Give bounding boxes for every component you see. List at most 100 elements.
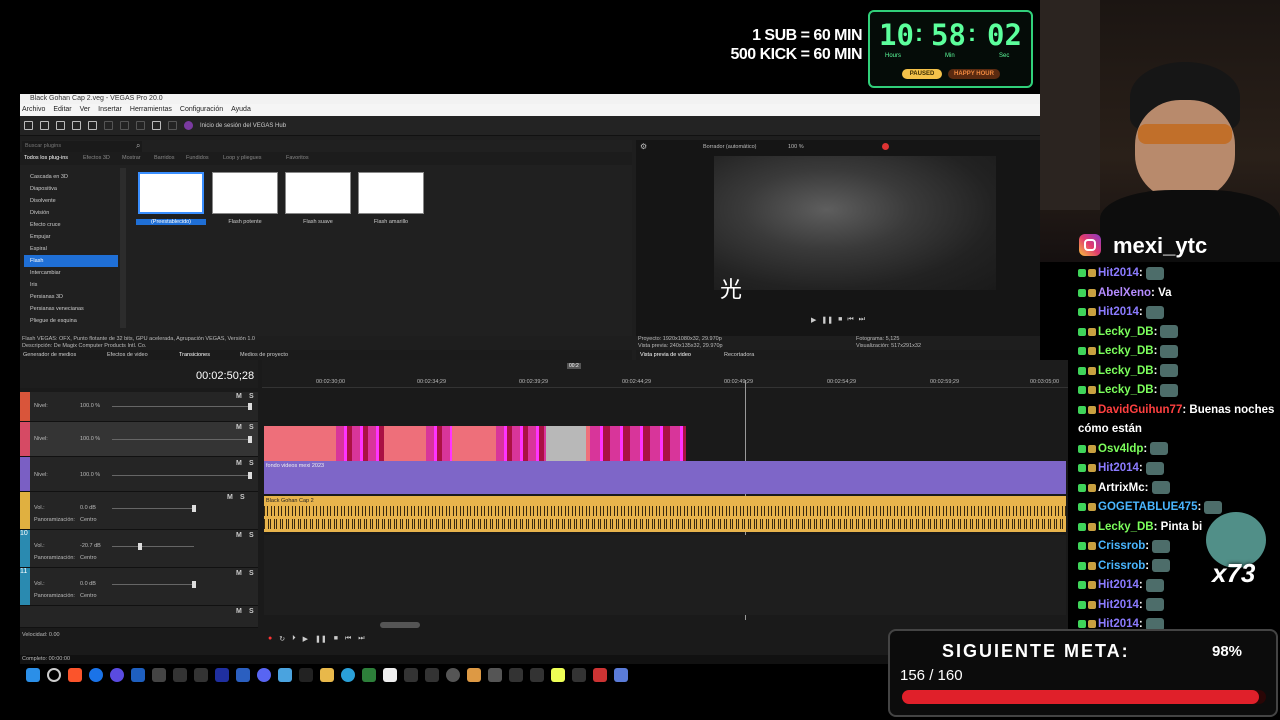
chat-username[interactable]: Lecky_DB [1098, 365, 1154, 377]
tab-project-media[interactable]: Medios de proyecto [240, 352, 288, 358]
app-icon[interactable] [236, 668, 250, 682]
fx-list-item[interactable]: Iris [24, 279, 118, 291]
app-icon[interactable] [425, 668, 439, 682]
preset-thumb-soft[interactable] [285, 172, 351, 214]
preset-thumb-strong[interactable] [212, 172, 278, 214]
loop-icon[interactable]: ↻ [279, 635, 285, 643]
cloud-icon[interactable] [299, 668, 313, 682]
preview-zoom-select[interactable]: 100 % [788, 144, 804, 150]
open-icon[interactable] [40, 121, 49, 130]
app-icon[interactable] [551, 668, 565, 682]
tab-fades[interactable]: Fundidos [186, 155, 209, 161]
menu-ayuda[interactable]: Ayuda [231, 104, 251, 116]
edge-icon[interactable] [89, 668, 103, 682]
fx-list-item[interactable]: Empujar [24, 231, 118, 243]
fx-list-item[interactable]: Diapositiva [24, 183, 118, 195]
telegram-icon[interactable] [341, 668, 355, 682]
play-icon[interactable]: ▶ [811, 316, 816, 324]
folder-icon[interactable] [320, 668, 334, 682]
fx-list-item[interactable]: Cascada en 3D [24, 171, 118, 183]
chat-username[interactable]: Hit2014 [1098, 267, 1139, 279]
app-icon[interactable] [152, 668, 166, 682]
windows-start-icon[interactable] [26, 668, 40, 682]
save-icon[interactable] [56, 121, 65, 130]
level-slider-knob[interactable] [248, 403, 252, 410]
tab-media-generators[interactable]: Generador de medios [23, 352, 76, 358]
play-start-icon[interactable]: ⏵ [292, 635, 296, 643]
search-icon[interactable] [47, 668, 61, 682]
stop-icon[interactable]: ■ [838, 316, 842, 324]
fx-list-item[interactable]: Espiral [24, 243, 118, 255]
app-icon[interactable] [383, 668, 397, 682]
menu-configuracion[interactable]: Configuración [180, 104, 223, 116]
app-icon[interactable] [614, 668, 628, 682]
track-header-4[interactable]: Vol.: 0.0 dB Panoramización: Centro MS [20, 492, 258, 530]
tab-video-fx[interactable]: Efectos de video [107, 352, 148, 358]
chat-username[interactable]: Hit2014 [1098, 579, 1139, 591]
paste-icon[interactable] [136, 121, 145, 130]
menu-editar[interactable]: Editar [53, 104, 71, 116]
chat-username[interactable]: Lecky_DB [1098, 521, 1154, 533]
chat-username[interactable]: DavidGuihun77 [1098, 404, 1182, 416]
app-icon[interactable] [404, 668, 418, 682]
brave-icon[interactable] [68, 668, 82, 682]
menu-ver[interactable]: Ver [80, 104, 91, 116]
chat-username[interactable]: Hit2014 [1098, 306, 1139, 318]
tab-all-plugins[interactable]: Todos los plug-ins [24, 155, 68, 161]
app-icon[interactable] [488, 668, 502, 682]
menu-herramientas[interactable]: Herramientas [130, 104, 172, 116]
redo-icon[interactable] [168, 121, 177, 130]
video-clip-track-2[interactable] [264, 426, 686, 461]
chat-username[interactable]: Lecky_DB [1098, 326, 1154, 338]
volume-slider-knob[interactable] [192, 581, 196, 588]
fx-list-item[interactable]: Disolvente [24, 195, 118, 207]
fx-list-item[interactable]: División [24, 207, 118, 219]
fx-list-scrollbar[interactable] [120, 168, 126, 328]
app-icon[interactable] [194, 668, 208, 682]
fx-list-item[interactable]: Pliegue de esquina [24, 315, 118, 327]
fx-list-item[interactable]: Efecto cruce [24, 219, 118, 231]
chat-username[interactable]: Crissrob [1098, 540, 1145, 552]
audio-clip-track-4[interactable]: Black Gohan Cap 2 [264, 496, 1066, 532]
chat-username[interactable]: Hit2014 [1098, 599, 1139, 611]
app-icon[interactable] [446, 668, 460, 682]
tab-show[interactable]: Mostrar [122, 155, 141, 161]
level-slider-knob[interactable] [248, 472, 252, 479]
track-header-2[interactable]: Nivel: 100.0 % MS [20, 422, 258, 457]
record-icon[interactable]: ● [268, 635, 272, 643]
tab-video-preview[interactable]: Vista previa de video [640, 352, 691, 358]
marker-flag[interactable]: 00:2 [567, 363, 581, 369]
new-icon[interactable] [24, 121, 33, 130]
preview-quality-select[interactable]: Borrador (automático) [703, 144, 757, 150]
photoshop-icon[interactable] [215, 668, 229, 682]
chat-username[interactable]: ArtrixMc [1098, 482, 1145, 494]
chat-username[interactable]: Crissrob [1098, 560, 1145, 572]
app-icon[interactable] [467, 668, 481, 682]
notes-icon[interactable] [278, 668, 292, 682]
vegas-icon[interactable] [110, 668, 124, 682]
track-header-12[interactable]: MS [20, 606, 258, 628]
chat-username[interactable]: Lecky_DB [1098, 345, 1154, 357]
chat-username[interactable]: GOGETABLUE475 [1098, 501, 1197, 513]
vegas-alt-icon[interactable] [131, 668, 145, 682]
play-icon[interactable]: ▶ [303, 635, 308, 643]
stop-icon[interactable]: ■ [334, 635, 338, 643]
time-ruler[interactable]: 00:02:30;00 00:02:34;29 00:02:39;29 00:0… [262, 360, 1068, 388]
track-header-10[interactable]: 10 Vol.: -20.7 dB Panoramización: Centro… [20, 530, 258, 568]
chat-username[interactable]: Lecky_DB [1098, 384, 1154, 396]
fx-list-item-selected[interactable]: Flash [24, 255, 118, 267]
video-clip-track-3[interactable]: fondo videos mexi 2023 [264, 461, 1066, 494]
undo-icon[interactable] [152, 121, 161, 130]
track-header-1[interactable]: Nivel: 100.0 % MS [20, 392, 258, 422]
fx-list-item[interactable]: Persianas 3D [24, 291, 118, 303]
tab-transitions[interactable]: Transiciones [179, 352, 210, 358]
render-icon[interactable] [72, 121, 81, 130]
preview-settings-icon[interactable]: ⚙ [640, 142, 647, 151]
menu-archivo[interactable]: Archivo [22, 104, 45, 116]
record-preview-icon[interactable] [882, 143, 889, 150]
app-icon[interactable] [509, 668, 523, 682]
menu-insertar[interactable]: Insertar [98, 104, 122, 116]
track-header-11[interactable]: 11 Vol.: 0.0 dB Panoramización: Centro M… [20, 568, 258, 606]
tab-wipes[interactable]: Barridos [154, 155, 174, 161]
tab-favorites[interactable]: Favoritos [286, 155, 309, 161]
